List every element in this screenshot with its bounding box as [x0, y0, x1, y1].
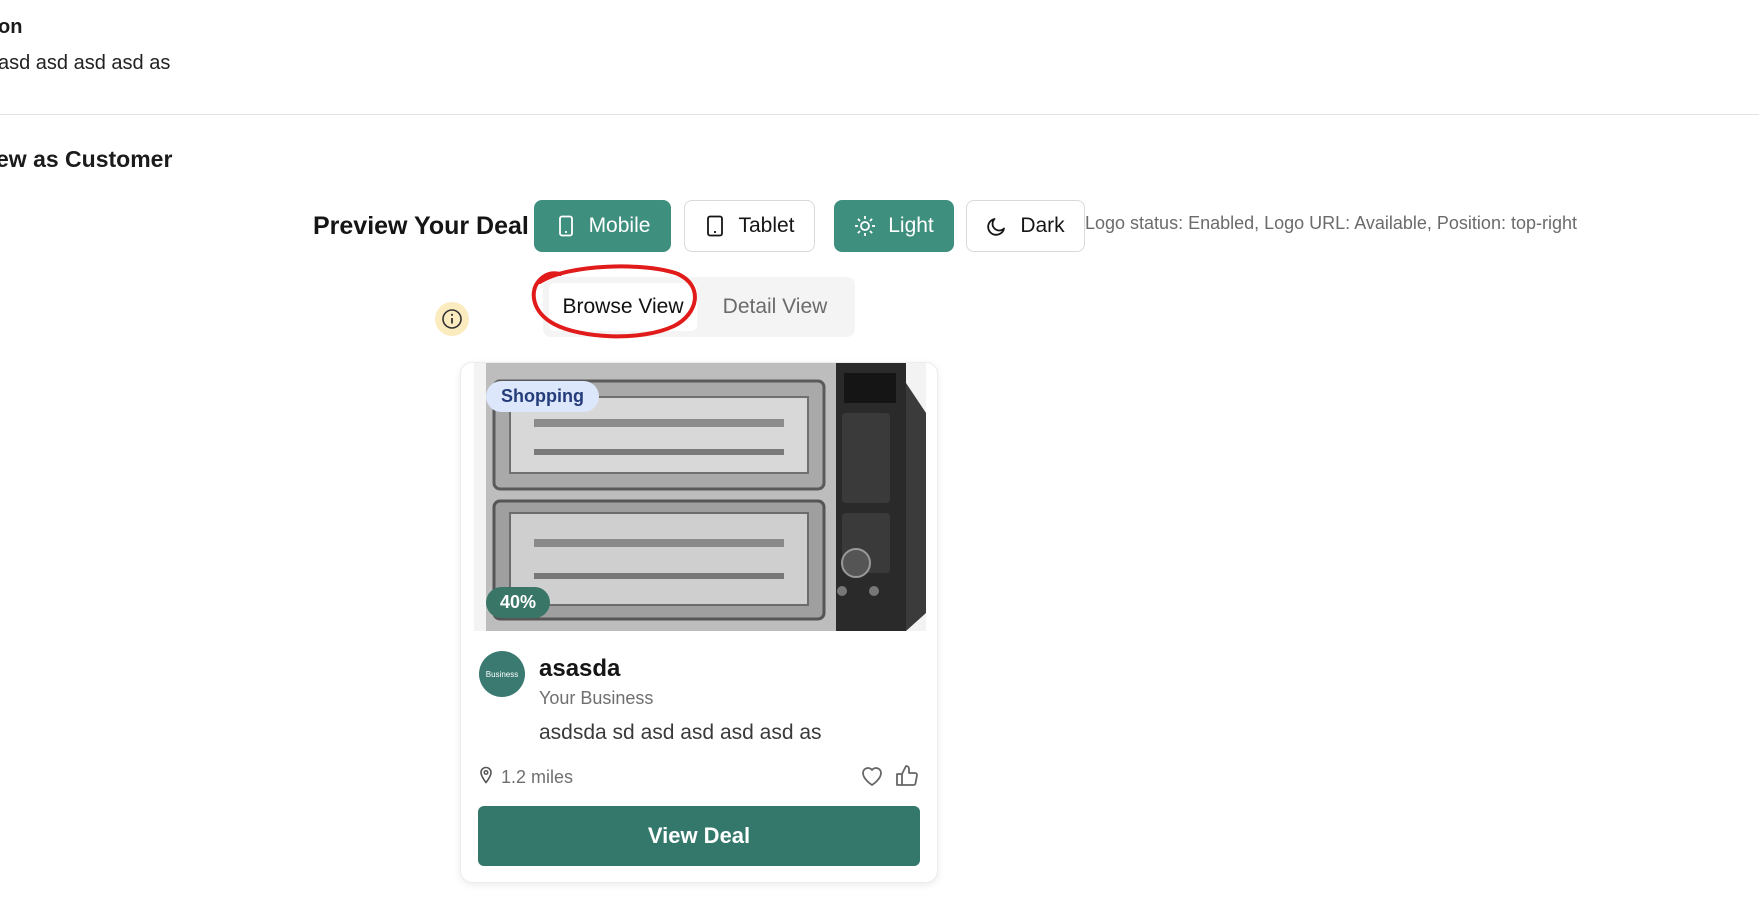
sun-icon	[854, 215, 876, 237]
category-badge: Shopping	[486, 381, 599, 412]
info-icon[interactable]	[435, 302, 469, 336]
dark-label: Dark	[1020, 214, 1065, 237]
light-theme-button[interactable]: Light	[834, 200, 954, 252]
dark-theme-button[interactable]: Dark	[966, 200, 1085, 252]
deal-card[interactable]: Shopping 40% Business asasda Your Busine…	[460, 362, 938, 883]
view-as-customer-title: ew as Customer	[0, 146, 173, 172]
divider	[0, 114, 1759, 115]
phone-icon	[555, 215, 577, 237]
product-image: Shopping 40%	[474, 363, 926, 631]
location-pin-icon	[479, 766, 493, 789]
thumbs-up-icon[interactable]	[894, 763, 920, 794]
view-deal-button[interactable]: View Deal	[478, 806, 920, 866]
section-title: on	[0, 16, 23, 38]
deal-description-text: asd asd asd asd as	[0, 52, 171, 74]
distance-info: 1.2 miles	[479, 766, 573, 789]
deal-description: asdsda sd asd asd asd asd as	[539, 721, 822, 744]
preview-title: Preview Your Deal	[313, 212, 529, 240]
tablet-icon	[704, 215, 726, 237]
red-annotation-circle	[531, 264, 697, 339]
tablet-label: Tablet	[738, 214, 795, 237]
moon-icon	[986, 215, 1008, 237]
heart-icon[interactable]	[859, 764, 885, 793]
discount-badge: 40%	[486, 587, 551, 618]
distance-text: 1.2 miles	[501, 767, 574, 787]
mobile-label: Mobile	[588, 214, 651, 237]
mobile-button[interactable]: Mobile	[534, 200, 671, 252]
business-avatar: Business	[479, 651, 525, 697]
deal-title: asasda	[539, 655, 621, 682]
business-name: Your Business	[539, 688, 654, 708]
logo-status-text: Logo status: Enabled, Logo URL: Availabl…	[1085, 213, 1577, 233]
tablet-button[interactable]: Tablet	[684, 200, 815, 252]
light-label: Light	[888, 214, 934, 237]
tab-detail-view[interactable]: Detail View	[701, 283, 849, 331]
